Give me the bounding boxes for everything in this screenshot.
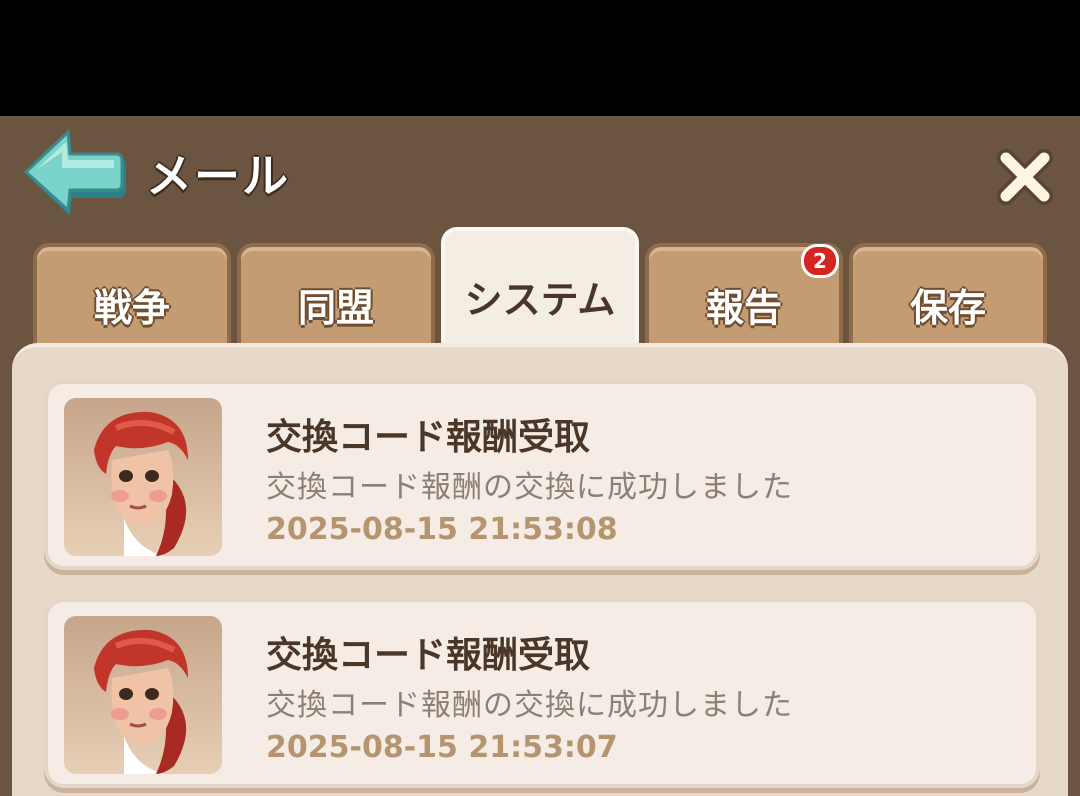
mail-title: 交換コード報酬受取 (266, 417, 591, 458)
close-button[interactable] (994, 146, 1056, 208)
tab-label: 報告 (705, 286, 782, 330)
red-haired-woman-portrait-icon (94, 629, 188, 774)
top-black-bar (0, 0, 1080, 116)
mail-timestamp: 2025-08-15 21:53:07 (266, 730, 618, 765)
mail-body: 交換コード報酬の交換に成功しました (266, 470, 793, 505)
tab-label: 戦争 (93, 286, 170, 330)
close-icon (997, 149, 1053, 205)
tab-system[interactable]: システム (441, 227, 639, 353)
red-haired-woman-portrait-icon (94, 411, 188, 556)
tab-label: システム (464, 278, 616, 322)
mail-title: 交換コード報酬受取 (266, 635, 591, 676)
mail-screen: メール 戦争 同盟 システム 報告 2 保存 交換コード報酬受取 交換コード報酬… (0, 0, 1080, 796)
tab-saved[interactable]: 保存 (849, 243, 1047, 353)
tab-label: 同盟 (297, 286, 374, 330)
avatar (64, 616, 222, 774)
page-title: メール (146, 149, 290, 203)
mail-item[interactable]: 交換コード報酬受取 交換コード報酬の交換に成功しました 2025-08-15 2… (44, 598, 1040, 788)
back-arrow-icon (23, 128, 126, 216)
tab-label: 保存 (909, 286, 986, 330)
mail-body: 交換コード報酬の交換に成功しました (266, 688, 793, 723)
notification-badge: 2 (801, 244, 839, 278)
back-button[interactable] (22, 128, 128, 218)
tab-alliance[interactable]: 同盟 (237, 243, 435, 353)
mail-item[interactable]: 交換コード報酬受取 交換コード報酬の交換に成功しました 2025-08-15 2… (44, 380, 1040, 570)
avatar (64, 398, 222, 556)
tab-war[interactable]: 戦争 (33, 243, 231, 353)
mail-timestamp: 2025-08-15 21:53:08 (266, 512, 618, 547)
